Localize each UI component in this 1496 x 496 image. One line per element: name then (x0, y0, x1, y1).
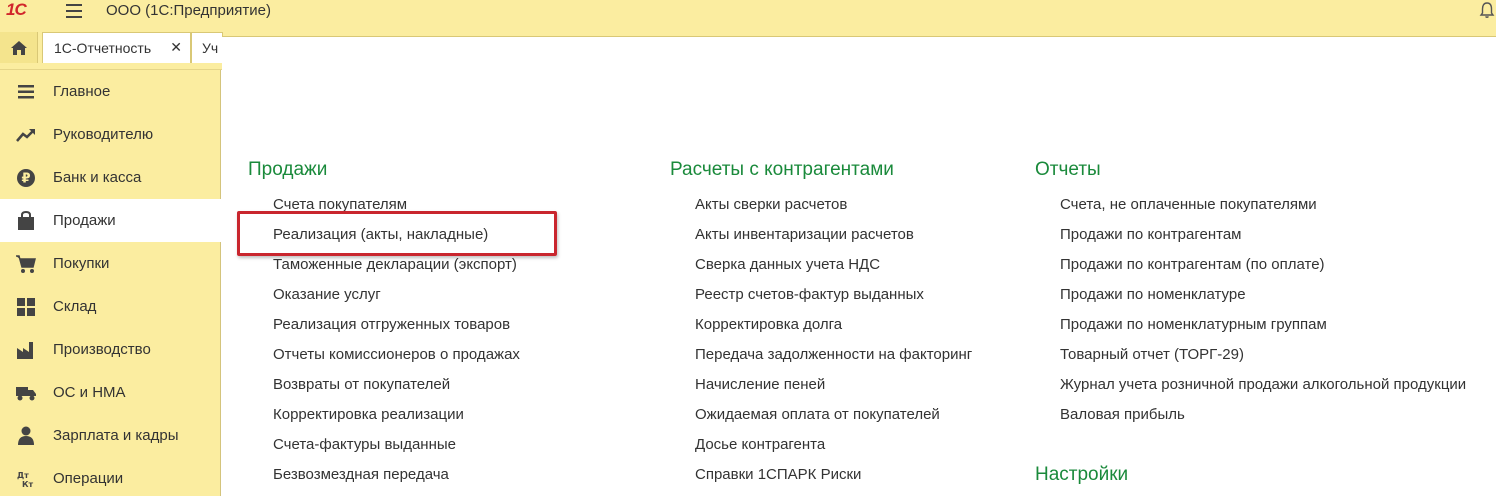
boxes-icon (15, 296, 37, 318)
link-item[interactable]: Передача задолженности на факторинг (695, 346, 972, 363)
title-bar: 1С ООО (1С:Предприятие) (0, 0, 1496, 22)
tab-1c-reporting[interactable]: 1С-Отчетность ✕ (42, 32, 191, 63)
highlight-frame (237, 211, 557, 256)
sidebar-item-salary[interactable]: Зарплата и кадры (0, 414, 221, 457)
sidebar-item-label: Руководителю (53, 126, 154, 143)
home-icon (10, 40, 27, 55)
tab-label: Уч (202, 40, 219, 56)
sidebar-item-operations[interactable]: Дт Кт Операции (0, 457, 221, 496)
main-menu-icon[interactable] (66, 4, 82, 18)
sidebar-item-label: Производство (53, 341, 151, 358)
link-item[interactable]: Реализация отгруженных товаров (273, 316, 510, 333)
section-title-sales: Продажи (248, 159, 328, 180)
person-icon (15, 425, 37, 447)
link-item[interactable]: Начисление пеней (695, 376, 825, 393)
bell-icon[interactable] (1479, 1, 1495, 19)
link-item[interactable]: Таможенные декларации (экспорт) (273, 256, 517, 273)
cart-icon (15, 253, 37, 275)
link-item[interactable]: Ожидаемая оплата от покупателей (695, 406, 940, 423)
sidebar-item-main[interactable]: Главное (0, 70, 221, 113)
link-item[interactable]: Товарный отчет (ТОРГ-29) (1060, 346, 1244, 363)
sections-sidebar: Главное Руководителю ₽ Банк и касса Прод… (0, 70, 221, 496)
sidebar-item-label: ОС и НМА (53, 384, 126, 401)
sidebar-item-label: Покупки (53, 255, 110, 272)
sidebar-item-production[interactable]: Производство (0, 328, 221, 371)
link-item[interactable]: Оказание услуг (273, 286, 381, 303)
close-icon[interactable]: ✕ (170, 39, 182, 56)
sidebar-item-bank[interactable]: ₽ Банк и касса (0, 156, 221, 199)
link-item[interactable]: Валовая прибыль (1060, 406, 1185, 423)
sidebar-item-label: Банк и касса (53, 169, 142, 186)
link-item[interactable]: Счета-фактуры выданные (273, 436, 456, 453)
ruble-coin-icon: ₽ (15, 167, 37, 189)
link-item[interactable]: Реестр счетов-фактур выданных (695, 286, 924, 303)
svg-text:₽: ₽ (21, 171, 30, 186)
link-item[interactable]: Возвраты от покупателей (273, 376, 450, 393)
sidebar-item-warehouse[interactable]: Склад (0, 285, 221, 328)
shopping-bag-icon (15, 210, 37, 232)
app-title: ООО (1С:Предприятие) (106, 2, 271, 19)
factory-icon (15, 339, 37, 361)
svg-text:Дт: Дт (17, 471, 29, 480)
link-item[interactable]: Безвозмездная передача (273, 466, 449, 483)
link-item[interactable]: Корректировка реализации (273, 406, 464, 423)
link-item[interactable]: Журнал учета розничной продажи алкогольн… (1060, 376, 1466, 393)
link-item[interactable]: Отчеты комиссионеров о продажах (273, 346, 520, 363)
section-title-settlements: Расчеты с контрагентами (670, 159, 894, 180)
sidebar-item-purchases[interactable]: Покупки (0, 242, 221, 285)
link-item[interactable]: Акты сверки расчетов (695, 196, 847, 213)
trend-arrow-icon (15, 124, 37, 146)
link-item[interactable]: Продажи по контрагентам (1060, 226, 1241, 243)
section-title-reports: Отчеты (1035, 159, 1101, 180)
link-item[interactable]: Счета, не оплаченные покупателями (1060, 196, 1317, 213)
sidebar-item-label: Продажи (53, 212, 116, 229)
link-item[interactable]: Корректировка долга (695, 316, 842, 333)
link-item[interactable]: Сверка данных учета НДС (695, 256, 880, 273)
sidebar-item-sales[interactable]: Продажи (0, 199, 221, 242)
sidebar-item-fixed-assets[interactable]: ОС и НМА (0, 371, 221, 414)
tab-accounting[interactable]: Уч (191, 32, 223, 63)
1c-logo: 1С (6, 0, 27, 19)
tab-label: 1С-Отчетность (54, 40, 152, 56)
link-item[interactable]: Продажи по контрагентам (по оплате) (1060, 256, 1325, 273)
section-title-settings: Настройки (1035, 464, 1129, 485)
link-item[interactable]: Продажи по номенклатурным группам (1060, 316, 1327, 333)
menu-lines-icon (15, 81, 37, 103)
svg-text:Кт: Кт (22, 480, 34, 489)
sidebar-item-label: Главное (53, 83, 111, 100)
link-item[interactable]: Акты инвентаризации расчетов (695, 226, 914, 243)
link-item[interactable]: Продажи по номенклатуре (1060, 286, 1246, 303)
sidebar-item-manager[interactable]: Руководителю (0, 113, 221, 156)
sidebar-item-label: Операции (53, 470, 124, 487)
truck-icon (15, 382, 37, 404)
link-item[interactable]: Досье контрагента (695, 436, 825, 453)
sidebar-item-label: Склад (53, 298, 97, 315)
debit-credit-icon: Дт Кт (15, 468, 37, 490)
sidebar-item-label: Зарплата и кадры (53, 427, 179, 444)
home-tab[interactable] (0, 32, 38, 63)
link-item[interactable]: Справки 1СПАРК Риски (695, 466, 861, 483)
